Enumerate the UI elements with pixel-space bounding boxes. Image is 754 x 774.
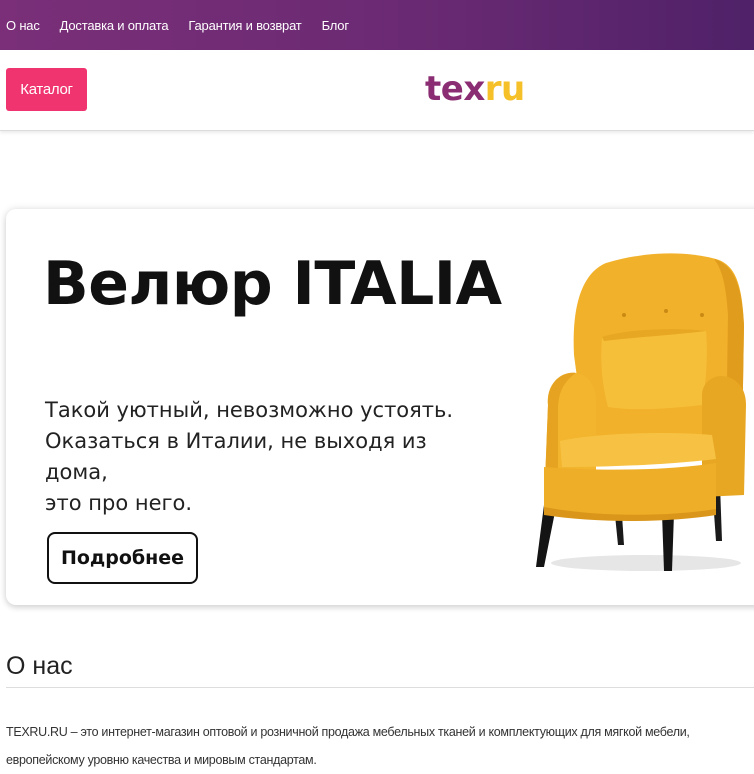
armchair-image bbox=[536, 253, 746, 571]
top-navigation: О нас Доставка и оплата Гарантия и возвр… bbox=[0, 0, 754, 50]
nav-link-about[interactable]: О нас bbox=[6, 18, 40, 33]
about-heading: О нас bbox=[6, 652, 73, 680]
about-text-line: TEXRU.RU – это интернет-магазин оптовой … bbox=[6, 725, 690, 739]
banner-title: Велюр ITALIA bbox=[43, 249, 502, 319]
about-description: TEXRU.RU – это интернет-магазин оптовой … bbox=[6, 718, 754, 774]
banner-text-line: Оказаться в Италии, не выходя из дома, bbox=[45, 429, 427, 484]
banner-description: Такой уютный, невозможно устоять. Оказат… bbox=[45, 395, 465, 519]
logo-part-ru: ru bbox=[484, 69, 525, 109]
about-text-line: европейскому уровню качества и мировым с… bbox=[6, 753, 317, 767]
nav-link-blog[interactable]: Блог bbox=[322, 18, 349, 33]
nav-link-warranty[interactable]: Гарантия и возврат bbox=[188, 18, 301, 33]
site-header: Каталог texru bbox=[0, 50, 754, 131]
site-logo[interactable]: texru bbox=[425, 72, 525, 106]
banner-text-line: это про него. bbox=[45, 491, 193, 515]
more-button[interactable]: Подробнее bbox=[47, 532, 198, 584]
about-divider bbox=[6, 687, 754, 688]
logo-part-tex: tex bbox=[425, 69, 485, 109]
promo-banner: Велюр ITALIA Такой уютный, невозможно ус… bbox=[6, 209, 754, 605]
nav-link-delivery[interactable]: Доставка и оплата bbox=[60, 18, 169, 33]
catalog-button[interactable]: Каталог bbox=[6, 68, 87, 111]
banner-text-line: Такой уютный, невозможно устоять. bbox=[45, 398, 454, 422]
